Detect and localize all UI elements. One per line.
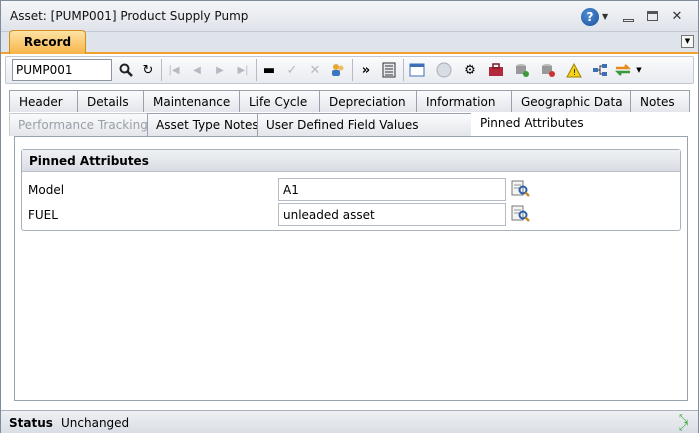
delete-record-icon[interactable]: ▬ <box>259 60 279 80</box>
pinned-attributes-group: Pinned Attributes Model A1 FUEL unleaded… <box>21 149 681 231</box>
tab-details[interactable]: Details <box>77 90 144 112</box>
tab-pinned-attributes[interactable]: Pinned Attributes <box>471 113 691 136</box>
title-bar: Asset: [PUMP001] Product Supply Pump ? ▼… <box>1 1 698 32</box>
fuel-label: FUEL <box>28 208 58 222</box>
tab-life-cycle[interactable]: Life Cycle <box>239 90 320 112</box>
tab-row-primary: Header Details Maintenance Life Cycle De… <box>9 90 691 112</box>
status-bar: Status Unchanged ⤡ ⤢ <box>1 410 698 433</box>
group-header: Pinned Attributes <box>22 150 680 172</box>
tab-asset-type-notes[interactable]: Asset Type Notes <box>147 113 259 136</box>
model-field[interactable]: A1 <box>278 178 506 201</box>
refresh-icon[interactable]: ↻ <box>138 60 158 80</box>
tab-information[interactable]: Information <box>416 90 512 112</box>
asset-window: Asset: [PUMP001] Product Supply Pump ? ▼… <box>0 0 699 433</box>
tab-row-secondary: Performance Tracking Asset Type Notes Us… <box>9 113 691 136</box>
tab-notes[interactable]: Notes <box>630 90 690 112</box>
tab-user-defined-field-values[interactable]: User Defined Field Values <box>257 113 472 136</box>
fuel-field[interactable]: unleaded asset <box>278 203 506 226</box>
tab-depreciation[interactable]: Depreciation <box>319 90 417 112</box>
model-label: Model <box>28 183 65 197</box>
tab-record[interactable]: Record <box>9 30 86 54</box>
svg-text:!: ! <box>573 68 576 77</box>
more-icon[interactable]: » <box>356 60 376 80</box>
help-dropdown-icon[interactable]: ▼ <box>602 7 608 25</box>
next-record-icon[interactable]: ▶ <box>210 60 230 80</box>
sync-icon[interactable] <box>613 60 633 80</box>
status-label: Status <box>9 416 53 430</box>
users-icon[interactable] <box>328 60 348 80</box>
settings-icon[interactable]: ⚙ <box>460 60 480 80</box>
last-record-icon[interactable]: ▶| <box>233 60 253 80</box>
status-value: Unchanged <box>61 416 130 430</box>
database-icon[interactable] <box>538 60 558 80</box>
search-icon[interactable] <box>116 60 136 80</box>
database-add-icon[interactable] <box>512 60 532 80</box>
toolbox-icon[interactable] <box>486 60 506 80</box>
sync-dropdown-icon[interactable]: ▼ <box>633 60 645 80</box>
hierarchy-icon[interactable] <box>590 60 610 80</box>
record-tabstrip <box>1 32 698 54</box>
window-icon[interactable] <box>407 60 427 80</box>
collapse-toggle-icon[interactable]: ▼ <box>681 35 694 48</box>
minimize-button[interactable] <box>620 7 636 25</box>
tab-header[interactable]: Header <box>9 90 78 112</box>
help-icon[interactable]: ? <box>581 8 599 26</box>
disc-icon[interactable] <box>434 60 454 80</box>
list-icon[interactable] <box>379 60 399 80</box>
warning-icon[interactable]: ! <box>564 60 584 80</box>
first-record-icon[interactable]: |◀ <box>164 60 184 80</box>
maximize-button[interactable] <box>644 7 660 25</box>
tab-performance-tracking[interactable]: Performance Tracking <box>9 113 148 136</box>
cancel-icon[interactable]: ✕ <box>305 60 325 80</box>
tab-maintenance[interactable]: Maintenance <box>143 90 240 112</box>
resize-grip-icon[interactable]: ⤡ ⤢ <box>679 413 695 432</box>
model-lookup-icon[interactable] <box>510 179 530 199</box>
tab-geographic-data[interactable]: Geographic Data <box>511 90 631 112</box>
tab-content-panel: Pinned Attributes Model A1 FUEL unleaded… <box>14 136 688 401</box>
toolbar: ↻ |◀ ◀ ▶ ▶| ▬ ✓ ✕ » ⚙ <box>5 56 694 84</box>
close-button[interactable]: ✕ <box>669 7 685 25</box>
fuel-lookup-icon[interactable] <box>510 204 530 224</box>
save-icon[interactable]: ✓ <box>282 60 302 80</box>
previous-record-icon[interactable]: ◀ <box>187 60 207 80</box>
asset-code-input[interactable] <box>12 59 112 81</box>
window-title: Asset: [PUMP001] Product Supply Pump <box>10 9 249 23</box>
